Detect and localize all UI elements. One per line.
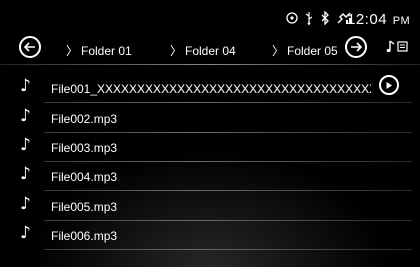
- file-name: File004.mp3: [51, 170, 118, 184]
- file-name: File005.mp3: [51, 200, 118, 214]
- breadcrumb-folder-04[interactable]: 〉 Folder 04: [170, 42, 236, 59]
- chevron-right-icon: 〉: [170, 44, 183, 58]
- list-item[interactable]: ♪ File005.mp3: [0, 191, 420, 221]
- file-name: File001_XXXXXXXXXXXXXXXXXXXXXXXXXXXXXXXX…: [51, 82, 371, 96]
- breadcrumb-label: Folder 05: [287, 44, 338, 58]
- bluetooth-icon: [320, 11, 330, 25]
- disc-icon: [286, 12, 298, 24]
- breadcrumb-label: Folder 01: [81, 44, 132, 58]
- arrow-left-icon: [24, 42, 35, 52]
- music-list-icon: [386, 40, 408, 53]
- breadcrumb-folder-01[interactable]: 〉 Folder 01: [66, 42, 132, 59]
- forward-button[interactable]: [345, 36, 367, 58]
- list-item[interactable]: ♪ File002.mp3: [0, 103, 420, 133]
- usb-icon: [304, 11, 314, 25]
- row-divider: [44, 249, 412, 250]
- file-name: File003.mp3: [51, 141, 118, 155]
- now-playing-button[interactable]: [379, 75, 399, 95]
- list-item[interactable]: ♪ File004.mp3: [0, 161, 420, 191]
- status-icons: [286, 9, 352, 27]
- chevron-right-icon: 〉: [272, 44, 285, 58]
- file-name: File006.mp3: [51, 229, 118, 243]
- breadcrumb-label: Folder 04: [185, 44, 236, 58]
- status-bar: 12:04 PM: [0, 0, 420, 34]
- music-note-icon: ♪: [20, 135, 31, 155]
- list-item[interactable]: ♪ File001_XXXXXXXXXXXXXXXXXXXXXXXXXXXXXX…: [0, 73, 420, 103]
- music-note-icon: ♪: [20, 76, 31, 96]
- breadcrumb-folder-05[interactable]: 〉 Folder 05: [272, 42, 338, 59]
- back-button[interactable]: [19, 36, 41, 58]
- music-note-icon: ♪: [20, 164, 31, 184]
- clock-time: 12:04: [347, 11, 388, 28]
- file-name: File002.mp3: [51, 112, 118, 126]
- chevron-right-icon: 〉: [66, 44, 79, 58]
- play-icon: [386, 81, 392, 89]
- music-list-mode-button[interactable]: [386, 38, 410, 59]
- music-note-icon: ♪: [20, 223, 31, 243]
- list-item[interactable]: ♪ File006.mp3: [0, 220, 420, 250]
- music-note-icon: ♪: [20, 194, 31, 214]
- arrow-right-icon: [351, 42, 362, 52]
- clock-ampm: PM: [392, 15, 411, 27]
- list-item[interactable]: ♪ File003.mp3: [0, 132, 420, 162]
- clock: 12:04 PM: [347, 11, 410, 28]
- divider: [0, 64, 420, 65]
- music-note-icon: ♪: [20, 106, 31, 126]
- folder-navigation-bar: 〉 Folder 01 〉 Folder 04 〉 Folder 05: [0, 35, 420, 61]
